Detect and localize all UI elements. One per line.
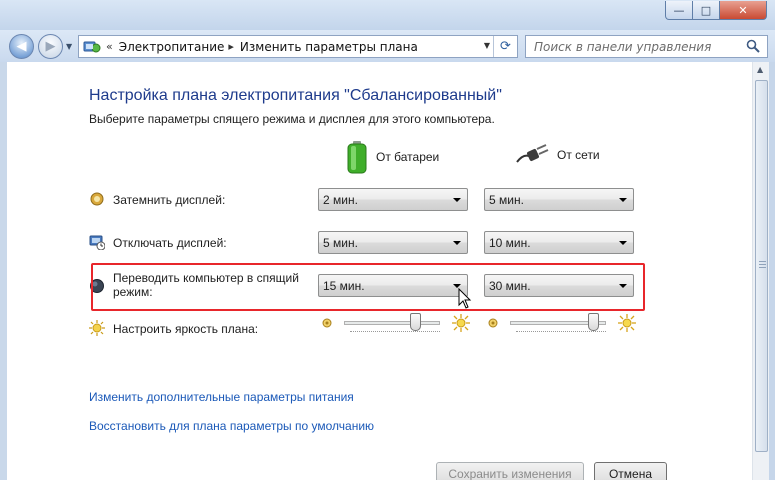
search-input[interactable]: Поиск в панели управления bbox=[525, 35, 768, 58]
brightness-battery-slider[interactable] bbox=[344, 313, 442, 337]
breadcrumb-separator[interactable]: ▸ bbox=[228, 40, 234, 53]
turn-off-display-label: Отключать дисплей: bbox=[113, 236, 227, 250]
dim-display-battery-value: 2 мин. bbox=[323, 193, 358, 207]
turn-off-display-battery-select[interactable]: 5 мин. bbox=[318, 231, 468, 254]
chevron-down-icon bbox=[453, 241, 461, 245]
navigation-bar: ◀ ▶ ▼ « Электропитание ▸ Изменить параме… bbox=[0, 30, 775, 62]
power-plug-icon bbox=[516, 144, 549, 163]
restore-defaults-link[interactable]: Восстановить для плана параметры по умол… bbox=[89, 419, 374, 433]
breadcrumb-power-options[interactable]: Электропитание bbox=[119, 40, 225, 54]
scrollbar-thumb[interactable] bbox=[755, 80, 768, 452]
brightness-ac-slider[interactable] bbox=[510, 313, 608, 337]
refresh-button[interactable]: ⟳ bbox=[493, 36, 517, 57]
ac-column-label: От сети bbox=[557, 148, 600, 162]
back-button[interactable]: ◀ bbox=[9, 34, 34, 59]
chevron-down-icon bbox=[619, 241, 627, 245]
forward-button[interactable]: ▶ bbox=[38, 34, 63, 59]
dim-display-battery-select[interactable]: 2 мин. bbox=[318, 188, 468, 211]
highlight-box bbox=[91, 263, 645, 311]
minimize-button[interactable]: — bbox=[665, 1, 693, 20]
maximize-button[interactable]: □ bbox=[693, 1, 720, 20]
turn-off-display-battery-value: 5 мин. bbox=[323, 236, 358, 250]
window-frame-right bbox=[769, 62, 775, 480]
scrollbar-grip bbox=[759, 261, 766, 262]
bright-sun-icon bbox=[452, 314, 470, 332]
address-bar[interactable]: « Электропитание ▸ Изменить параметры пл… bbox=[78, 35, 518, 58]
save-changes-button[interactable]: Сохранить изменения bbox=[436, 462, 584, 480]
slider-track bbox=[344, 321, 440, 325]
breadcrumb-edit-plan[interactable]: Изменить параметры плана bbox=[240, 40, 418, 54]
caption-buttons: — □ ✕ bbox=[665, 1, 767, 20]
dim-display-ac-value: 5 мин. bbox=[489, 193, 524, 207]
turn-off-display-icon bbox=[89, 235, 105, 250]
close-button[interactable]: ✕ bbox=[720, 1, 767, 20]
brightness-label: Настроить яркость плана: bbox=[113, 322, 259, 336]
mouse-cursor-icon bbox=[458, 288, 472, 309]
page-title: Настройка плана электропитания "Сбаланси… bbox=[89, 87, 502, 104]
title-bar: — □ ✕ bbox=[0, 0, 775, 30]
dim-display-ac-select[interactable]: 5 мин. bbox=[484, 188, 634, 211]
cancel-button[interactable]: Отмена bbox=[594, 462, 667, 480]
page-subtitle: Выберите параметры спящего режима и дисп… bbox=[89, 112, 495, 126]
vertical-scrollbar[interactable]: ▲ bbox=[752, 62, 769, 480]
battery-column-label: От батареи bbox=[376, 150, 440, 164]
address-dropdown[interactable]: ▼ bbox=[484, 41, 490, 50]
control-panel-icon bbox=[82, 38, 102, 55]
column-header-ac: От сети bbox=[515, 144, 600, 166]
dim-display-icon bbox=[90, 192, 104, 206]
chevron-down-icon bbox=[619, 198, 627, 202]
slider-thumb[interactable] bbox=[410, 313, 421, 331]
slider-ticks bbox=[350, 331, 440, 333]
search-icon[interactable] bbox=[746, 39, 760, 53]
dim-sun-icon bbox=[322, 318, 332, 328]
chevron-down-icon bbox=[453, 198, 461, 202]
search-placeholder: Поиск в панели управления bbox=[534, 40, 712, 54]
bright-sun-icon bbox=[618, 314, 636, 332]
column-header-battery: От батареи bbox=[346, 140, 439, 174]
battery-icon bbox=[347, 141, 367, 174]
turn-off-display-ac-select[interactable]: 10 мин. bbox=[484, 231, 634, 254]
breadcrumb-overflow[interactable]: « bbox=[106, 40, 113, 53]
dim-display-label: Затемнить дисплей: bbox=[113, 193, 226, 207]
recent-pages-dropdown[interactable]: ▼ bbox=[66, 42, 72, 51]
brightness-icon bbox=[89, 320, 105, 336]
slider-ticks bbox=[516, 331, 606, 333]
dim-sun-icon bbox=[488, 318, 498, 328]
scroll-up-arrow[interactable]: ▲ bbox=[757, 65, 763, 74]
slider-thumb[interactable] bbox=[588, 313, 599, 331]
advanced-settings-link[interactable]: Изменить дополнительные параметры питани… bbox=[89, 390, 354, 404]
turn-off-display-ac-value: 10 мин. bbox=[489, 236, 531, 250]
